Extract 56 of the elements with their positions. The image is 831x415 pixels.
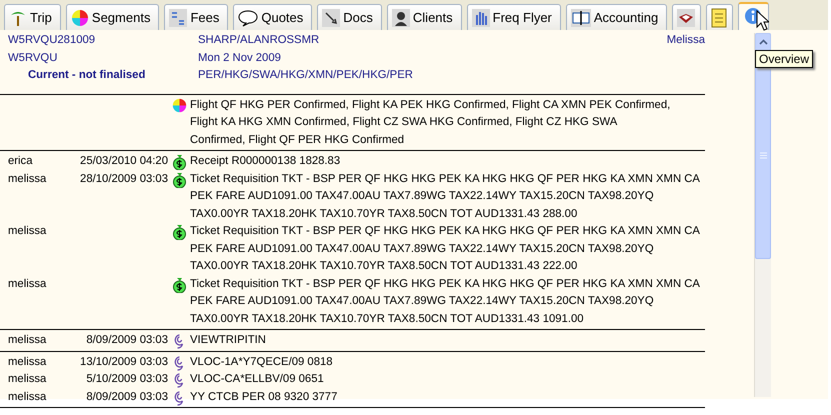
money-bag-icon: [172, 224, 186, 240]
entry-text: Flight QF HKG PER Confirmed, Flight KA PEK HKG Confirmed, Flight CA XMN PEK Confirmed, Flight KA HKG XMN Confirmed, Flight CZ SWA HKG Confirmed, Flight CZ HKG SWA Confirmed, Flight QF PER HKG Confirmed: [190, 98, 672, 148]
entry-text: VLOC-1A*Y7QECE/09 0818: [190, 354, 334, 370]
swirl-icon: [172, 333, 186, 349]
tab[interactable]: [672, 4, 702, 30]
entry-text: VIEWTRIPITIN: [190, 333, 267, 348]
tooltip: Overview: [755, 50, 814, 68]
money-bag-icon: [172, 172, 186, 188]
entry-date: 13/10/2009 03:03: [79, 354, 168, 370]
trip-date: Mon 2 Nov 2009: [197, 52, 282, 66]
pie-icon: [70, 8, 89, 26]
entry-date: 25/03/2010 04:20: [79, 154, 168, 169]
cursor-icon: [756, 10, 769, 31]
entry-text: Ticket Requisition TKT - BSP PER QF HKG HKG PEK KA HKG HKG QF PER HKG KA XMN XMN CA PEK FARE AUD1091.00 TAX47.00AU TAX7.89WG TAX22.14WY TAX15.20CN TAX98.20YQ TAX0.00YR TAX18.20HK TAX10.70YR TAX8.50CN TOT AUD1331.43 222.00: [190, 224, 701, 274]
swirl-icon: [172, 354, 186, 370]
pie-icon: [172, 98, 186, 112]
swirl-icon: [172, 372, 186, 388]
agent-name: Melissa: [666, 34, 705, 48]
tab[interactable]: Segments: [66, 4, 160, 30]
route: PER/HKG/SWA/HKG/XMN/PEK/HKG/PER: [197, 69, 414, 83]
passenger-name: SHARP/ALANROSSMR: [197, 34, 320, 48]
user-name: melissa: [7, 372, 48, 387]
tab[interactable]: Trip: [4, 4, 61, 30]
trip-status: Current - not finalised: [27, 69, 146, 83]
tab[interactable]: Fees: [164, 4, 228, 30]
record-id: W5RVQU281009: [7, 34, 96, 48]
tab[interactable]: Accounting: [566, 4, 668, 30]
money-bag-icon: [172, 154, 186, 170]
ledger-icon: [570, 8, 591, 26]
entry-date: 8/09/2009 03:03: [85, 333, 168, 348]
tab[interactable]: Freq Flyer: [466, 4, 561, 30]
money-bag-icon: [172, 276, 186, 292]
entry-date: 5/10/2009 03:03: [85, 372, 168, 387]
user-name: melissa: [7, 333, 48, 348]
locator: W5RVQU: [7, 52, 58, 66]
user-name: melissa: [7, 172, 48, 186]
speech-bubble-icon: [238, 8, 258, 26]
entry-text: Ticket Requisition TKT - BSP PER QF HKG HKG PEK KA HKG HKG QF PER HKG KA XMN XMN CA PEK FARE AUD1091.00 TAX47.00AU TAX7.89WG TAX22.14WY TAX15.20CN TAX98.20YQ TAX0.00YR TAX18.20HK TAX10.70YR TAX8.50CN TOT AUD1331.43 1091.00: [190, 276, 701, 326]
tab[interactable]: Clients: [386, 4, 462, 30]
person-icon: [392, 8, 410, 26]
user-name: melissa: [7, 276, 48, 292]
tab[interactable]: Quotes: [233, 4, 312, 30]
entry-text: YY CTCB PER 08 9320 3777: [190, 390, 338, 404]
entry-date: 28/10/2009 03:03: [79, 172, 168, 186]
entry-text: Receipt R000000138 1828.83: [190, 154, 342, 169]
entry-date: 8/09/2009 03:03: [85, 390, 168, 404]
user-name: melissa: [7, 224, 48, 239]
entry-text: VLOC-CA*ELLBV/09 0651: [190, 372, 325, 387]
user-name: melissa: [7, 354, 48, 370]
notepad-icon: [711, 8, 728, 28]
grip-icon: [760, 152, 766, 158]
user-name: erica: [7, 154, 34, 169]
user-name: melissa: [7, 390, 48, 404]
swirl-icon: [172, 390, 186, 406]
tab[interactable]: Docs: [317, 4, 382, 30]
entry-text: Ticket Requisition TKT - BSP PER QF HKG HKG PEK KA HKG HKG QF PER HKG KA XMN XMN CA PEK FARE AUD1091.00 TAX47.00AU TAX7.89WG TAX22.14WY TAX15.20CN TAX98.20YQ TAX0.00YR TAX18.20HK TAX10.70YR TAX8.50CN TOT AUD1331.43 288.00: [190, 172, 701, 222]
